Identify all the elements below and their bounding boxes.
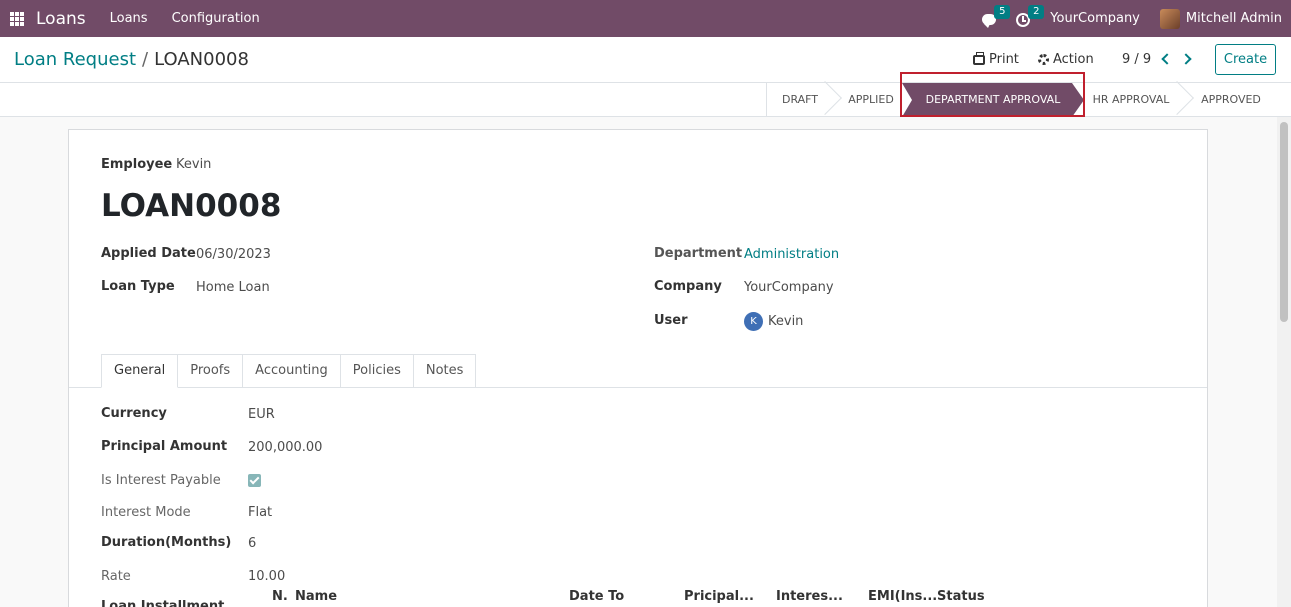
top-navbar: Loans Loans Configuration 5 2 YourCompan…: [0, 0, 1291, 37]
tab-general[interactable]: General: [101, 354, 179, 388]
tab-notes[interactable]: Notes: [413, 354, 477, 388]
stage-applied[interactable]: APPLIED: [838, 83, 904, 117]
company-switcher[interactable]: YourCompany: [1050, 11, 1140, 26]
statusbar: DRAFT APPLIED DEPARTMENT APPROVAL HR APP…: [0, 81, 1291, 117]
company-field[interactable]: YourCompany: [744, 280, 834, 295]
duration-field[interactable]: 6: [248, 536, 256, 551]
interest-mode-field[interactable]: Flat: [248, 505, 272, 520]
breadcrumb-current: LOAN0008: [154, 49, 249, 70]
rate-field[interactable]: 10.00: [248, 569, 285, 584]
user-label: User: [654, 313, 688, 328]
user-name: Kevin: [768, 314, 804, 329]
action-label: Action: [1053, 52, 1094, 67]
employee-field[interactable]: Kevin: [176, 157, 211, 172]
duration-label: Duration(Months): [101, 535, 232, 550]
record-title: LOAN0008: [101, 188, 282, 224]
loan-type-label: Loan Type: [101, 279, 175, 294]
applied-date-label: Applied Date: [101, 246, 196, 261]
column-header-name[interactable]: Name: [295, 589, 337, 604]
currency-label: Currency: [101, 406, 167, 421]
printer-icon: [973, 51, 985, 65]
user-field[interactable]: K Kevin: [744, 312, 803, 331]
interest-mode-label: Interest Mode: [101, 505, 191, 520]
column-header-interest[interactable]: Interes...: [776, 589, 843, 604]
column-header-status[interactable]: Status: [937, 589, 985, 604]
app-name[interactable]: Loans: [36, 9, 86, 29]
messages-count-badge: 5: [994, 4, 1011, 19]
create-button[interactable]: Create: [1215, 44, 1276, 75]
employee-label: Employee: [101, 157, 173, 172]
chevron-left-icon: [1161, 53, 1173, 65]
gear-icon: [1038, 54, 1049, 65]
tab-proofs[interactable]: Proofs: [178, 354, 244, 388]
interest-payable-label: Is Interest Payable: [101, 473, 221, 488]
page-scrollbar[interactable]: [1277, 117, 1291, 607]
column-header-number[interactable]: N.: [272, 589, 288, 604]
breadcrumb-separator: /: [142, 49, 149, 70]
rate-label: Rate: [101, 569, 131, 584]
department-field[interactable]: Administration: [744, 247, 839, 262]
pager-next-button[interactable]: [1180, 51, 1195, 67]
apps-menu-icon[interactable]: [10, 11, 24, 26]
company-label: Company: [654, 279, 722, 294]
currency-field[interactable]: EUR: [248, 407, 275, 422]
scrollbar-thumb[interactable]: [1280, 122, 1288, 322]
loan-installment-label: Loan Installment: [101, 599, 225, 607]
tab-policies[interactable]: Policies: [340, 354, 414, 388]
applied-date-field[interactable]: 06/30/2023: [196, 247, 271, 262]
print-label: Print: [989, 52, 1019, 67]
loan-type-field[interactable]: Home Loan: [196, 280, 270, 295]
control-panel: Loan Request / LOAN0008 Print Action 9 /…: [0, 37, 1291, 83]
stage-approved[interactable]: APPROVED: [1190, 83, 1272, 117]
menu-configuration[interactable]: Configuration: [172, 11, 260, 26]
activities-count-badge: 2: [1028, 4, 1045, 19]
messages-button[interactable]: 5: [982, 4, 1011, 28]
breadcrumb: Loan Request / LOAN0008: [14, 49, 249, 70]
chevron-right-icon: [1180, 53, 1192, 65]
user-avatar[interactable]: [1159, 8, 1180, 29]
interest-payable-checkbox[interactable]: [248, 474, 261, 487]
menu-loans[interactable]: Loans: [110, 11, 148, 26]
user-initial-avatar: K: [744, 312, 763, 331]
tab-accounting[interactable]: Accounting: [243, 354, 341, 388]
column-header-emi[interactable]: EMI(Ins...: [868, 589, 937, 604]
action-button[interactable]: Action: [1038, 52, 1094, 67]
print-button[interactable]: Print: [973, 51, 1019, 67]
department-label: Department: [654, 246, 743, 261]
breadcrumb-loan-request[interactable]: Loan Request: [14, 49, 136, 70]
pager-previous-button[interactable]: [1159, 51, 1173, 67]
highlight-annotation: [900, 72, 1085, 117]
notebook-tabs: General Proofs Accounting Policies Notes: [101, 354, 477, 388]
principal-amount-field[interactable]: 200,000.00: [248, 440, 322, 455]
pager-value[interactable]: 9 / 9: [1122, 52, 1151, 67]
form-sheet: Employee Kevin LOAN0008 Applied Date 06/…: [68, 129, 1208, 607]
column-header-date-to[interactable]: Date To: [569, 589, 624, 604]
column-header-principal[interactable]: Pricipal...: [684, 589, 754, 604]
user-menu[interactable]: Mitchell Admin: [1186, 11, 1282, 26]
principal-amount-label: Principal Amount: [101, 439, 228, 454]
activities-button[interactable]: 2: [1016, 4, 1045, 27]
